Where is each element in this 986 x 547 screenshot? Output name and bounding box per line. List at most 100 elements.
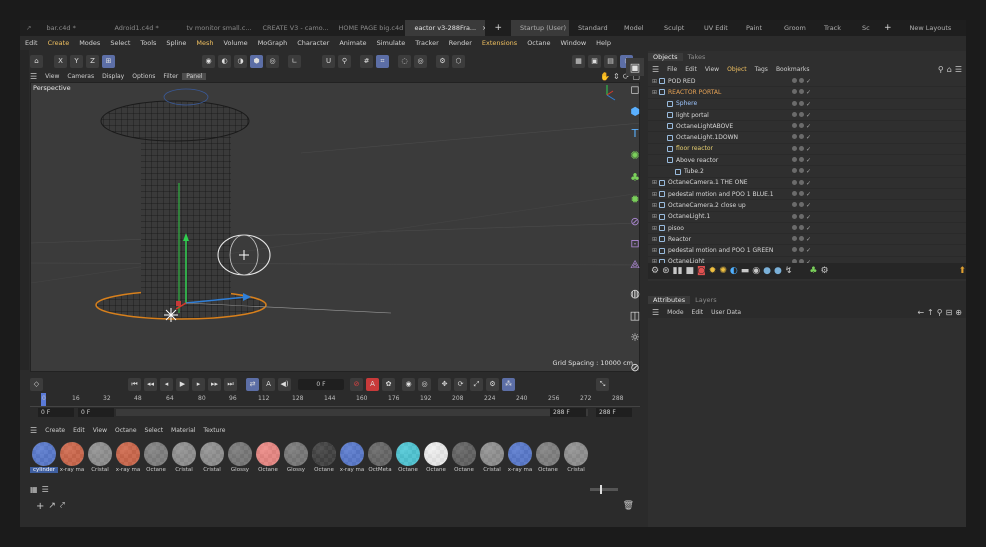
enabled-check-icon[interactable]: ✓	[806, 146, 811, 153]
octane-daylight-icon[interactable]: ✺	[719, 266, 727, 276]
octane-ipr-icon[interactable]: ⊛	[662, 266, 670, 276]
keyframe-mode-icon[interactable]: ◇	[30, 377, 43, 391]
menu-spline[interactable]: Spline	[161, 39, 191, 47]
coordinate-system-icon[interactable]: ⊞	[102, 54, 115, 68]
object-row[interactable]: ⊞ pedestal motion and POO 1 GREEN ✓	[648, 245, 966, 257]
viewport-menu-panel[interactable]: Panel	[182, 73, 207, 80]
next-frame-icon[interactable]: ▸	[192, 377, 205, 391]
visibility-dot-icon[interactable]	[799, 224, 804, 230]
add-layout-button[interactable]: +	[875, 20, 901, 36]
grid-snap-icon[interactable]: #	[360, 54, 373, 68]
visibility-dot-icon[interactable]	[799, 78, 804, 83]
menu-octane[interactable]: Octane	[522, 39, 555, 47]
menu-help[interactable]: Help	[591, 39, 616, 47]
record-rotation-icon[interactable]: ⟳	[454, 377, 467, 391]
material-swatch[interactable]: Cristal	[562, 441, 590, 473]
layout-tab-track[interactable]: Track	[815, 20, 853, 36]
new-tab-button[interactable]: +	[485, 20, 511, 36]
visibility-dot-icon[interactable]	[799, 179, 804, 185]
menu-create[interactable]: Create	[43, 39, 75, 47]
autokey-icon[interactable]: A	[366, 377, 379, 391]
object-row[interactable]: floor reactor ✓	[648, 144, 966, 156]
render-queue-icon[interactable]: ▤	[604, 54, 617, 68]
environment-icon[interactable]: ◍	[626, 284, 644, 302]
enabled-check-icon[interactable]: ✓	[806, 180, 811, 187]
visibility-dots[interactable]: ✓	[792, 190, 811, 198]
objects-menu-view[interactable]: View	[701, 66, 723, 73]
tab-layers[interactable]: Layers	[690, 296, 722, 304]
enabled-check-icon[interactable]: ✓	[806, 191, 811, 198]
menu-select[interactable]: Select	[105, 39, 135, 47]
up-arrow-icon[interactable]: ↑	[927, 308, 934, 317]
material-swatch[interactable]: Octane	[310, 441, 338, 473]
visibility-dot-icon[interactable]	[792, 89, 797, 95]
material-swatch[interactable]: Cristal	[198, 441, 226, 473]
octane-stop-icon[interactable]: ■	[686, 266, 695, 276]
attributes-menu-mode[interactable]: Mode	[663, 309, 687, 316]
visibility-dot-icon[interactable]	[792, 78, 797, 83]
expand-toggle-icon[interactable]: ⊞	[652, 247, 659, 254]
object-row[interactable]: light portal ✓	[648, 110, 966, 122]
visibility-dot-icon[interactable]	[792, 134, 797, 140]
menu-edit[interactable]: Edit	[20, 39, 43, 47]
visibility-dot-icon[interactable]	[792, 202, 797, 208]
material-menu-icon[interactable]: ☰	[30, 426, 37, 435]
slider-thumb[interactable]	[600, 484, 602, 494]
polygon-mode-icon[interactable]: ◑	[234, 54, 247, 68]
frame-range-slider[interactable]	[116, 409, 588, 416]
effector-icon[interactable]: ✹	[626, 190, 644, 208]
material-swatch[interactable]: Octane	[422, 441, 450, 473]
visibility-dots[interactable]: ✓	[792, 202, 811, 209]
visibility-dots[interactable]: ✓	[792, 247, 811, 254]
object-row[interactable]: ⊞ REACTOR PORTAL ✓	[648, 87, 966, 99]
cube-primitive-icon[interactable]: ◻	[626, 80, 644, 98]
enabled-check-icon[interactable]: ✓	[806, 78, 811, 85]
enabled-check-icon[interactable]: ✓	[806, 112, 811, 119]
material-menu-edit[interactable]: Edit	[69, 427, 89, 434]
enabled-check-icon[interactable]: ✓	[806, 225, 811, 232]
visibility-dot-icon[interactable]	[792, 179, 797, 185]
material-swatch[interactable]: Octane	[450, 441, 478, 473]
material-menu-view[interactable]: View	[89, 427, 111, 434]
object-row[interactable]: ⊞ OctaneLight.1 ✓	[648, 212, 966, 223]
objects-menu-object[interactable]: Object	[723, 66, 751, 73]
loop-icon[interactable]: ⇄	[246, 377, 259, 391]
document-tab[interactable]: HOME PAGE big.c4d	[329, 20, 405, 36]
menu-mograph[interactable]: MoGraph	[253, 39, 293, 47]
octane-glossy-icon[interactable]: ●	[774, 266, 782, 276]
visibility-dot-icon[interactable]	[799, 89, 804, 95]
visibility-dot-icon[interactable]	[799, 236, 804, 242]
visibility-dot-icon[interactable]	[792, 213, 797, 219]
enabled-check-icon[interactable]: ✓	[806, 157, 811, 164]
visibility-dot-icon[interactable]	[792, 190, 797, 196]
magnet-icon[interactable]: Ս	[322, 54, 335, 68]
menu-render[interactable]: Render	[444, 39, 477, 47]
material-swatch[interactable]: Cristal	[170, 441, 198, 473]
menu-extensions[interactable]: Extensions	[477, 39, 522, 47]
visibility-dot-icon[interactable]	[792, 168, 797, 174]
menu-character[interactable]: Character	[292, 39, 334, 47]
render-view-icon[interactable]: ◎	[414, 54, 427, 68]
material-swatch[interactable]: x-ray ma	[506, 441, 534, 473]
spline-pen-icon[interactable]: ⟁	[626, 256, 644, 274]
enabled-check-icon[interactable]: ✓	[806, 89, 811, 96]
texture-mode-icon[interactable]: ◎	[266, 54, 279, 68]
visibility-dot-icon[interactable]	[792, 236, 797, 242]
material-menu-select[interactable]: Select	[141, 427, 168, 434]
object-row[interactable]: Sphere ✓	[648, 99, 966, 110]
render-active-view-icon[interactable]: ▣	[588, 54, 601, 68]
object-row[interactable]: ⊞ OctaneCamera.2 close up ✓	[648, 200, 966, 212]
swatch-size-slider[interactable]	[590, 484, 618, 494]
menu-modes[interactable]: Modes	[74, 39, 105, 47]
material-swatch[interactable]: Glossy	[226, 441, 254, 473]
home-icon[interactable]: ⌂	[947, 65, 952, 74]
enabled-check-icon[interactable]: ✓	[806, 123, 811, 130]
octane-node-icon[interactable]: ↯	[785, 266, 793, 276]
keyframe-selection-icon[interactable]: ✿	[382, 377, 395, 391]
3d-viewport[interactable]: Perspective Grid Spacing : 10000 cm	[30, 82, 640, 372]
objects-menu-icon[interactable]: ☰	[652, 65, 659, 74]
link-icon[interactable]: ⤤	[60, 501, 65, 511]
omni-light-icon[interactable]	[164, 308, 178, 322]
record-position-icon[interactable]: ✥	[438, 377, 451, 391]
viewport-menu-options[interactable]: Options	[128, 73, 159, 80]
